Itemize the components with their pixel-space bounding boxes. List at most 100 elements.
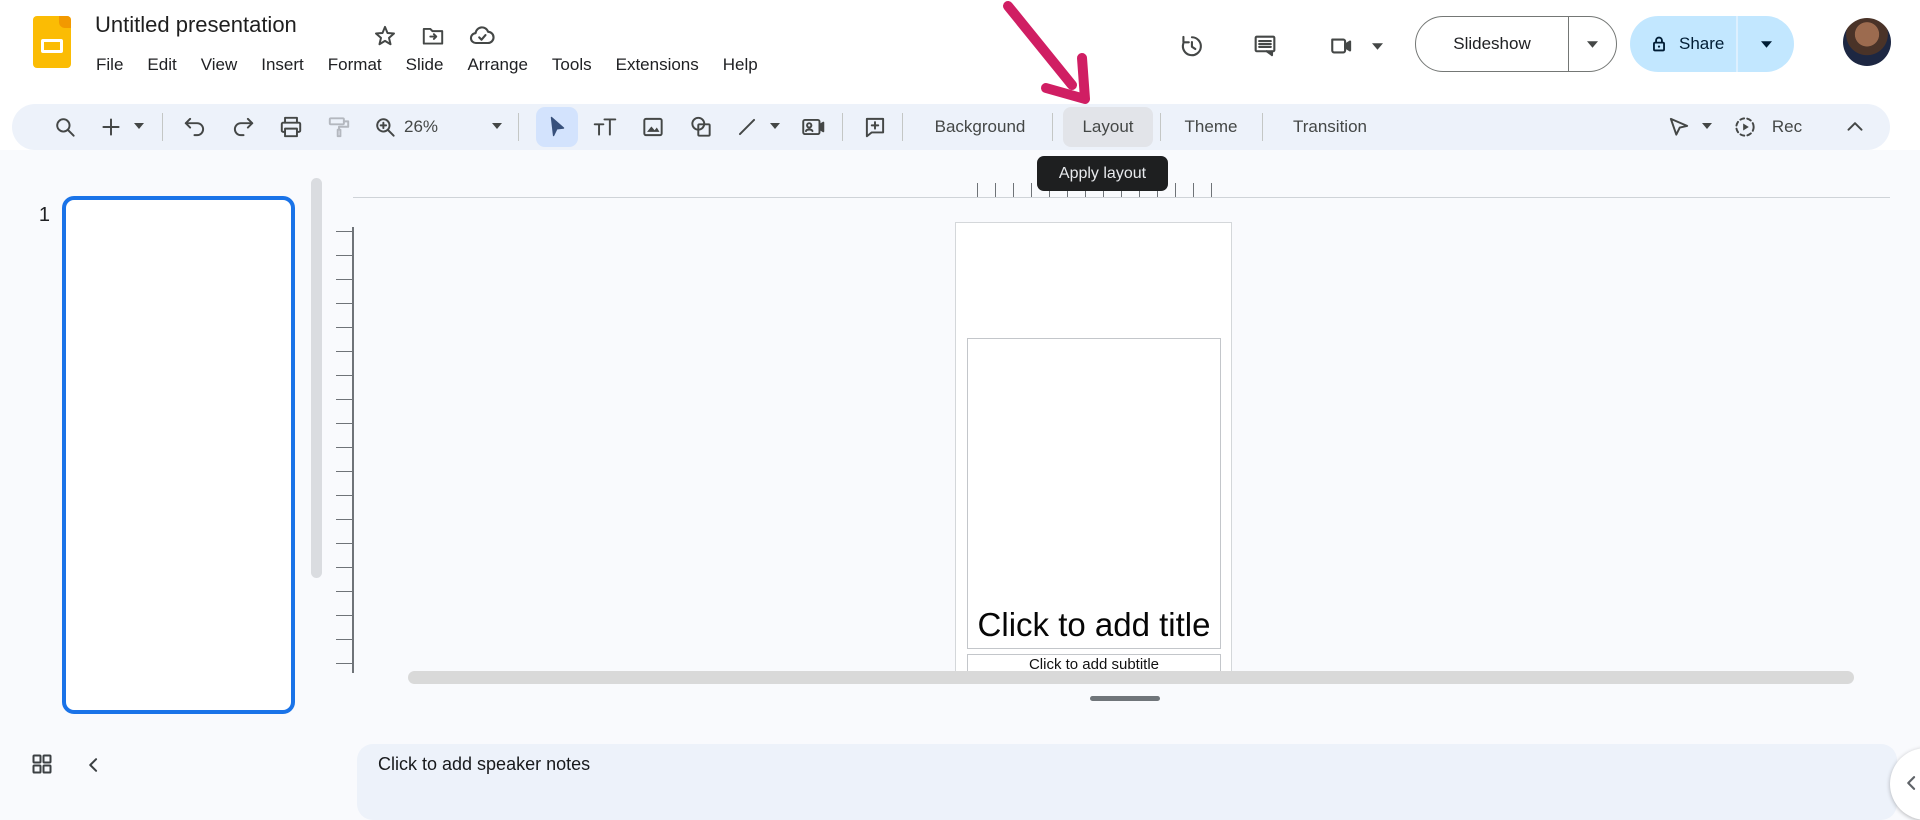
star-icon <box>375 25 395 46</box>
text-box-icon <box>593 118 617 136</box>
menu-slide[interactable]: Slide <box>394 52 456 78</box>
menu-file[interactable]: File <box>84 52 135 78</box>
toolbar-divider <box>162 113 163 141</box>
insert-video-button[interactable] <box>800 114 826 140</box>
theme-button[interactable]: Theme <box>1168 104 1254 150</box>
vertical-ruler <box>336 231 353 669</box>
logo-bar <box>41 39 63 53</box>
line-icon <box>738 118 756 136</box>
history-icon <box>1181 35 1202 57</box>
speaker-notes-placeholder: Click to add speaker notes <box>378 754 591 774</box>
undo-button[interactable] <box>182 114 208 140</box>
print-button[interactable] <box>278 114 304 140</box>
title-placeholder[interactable]: Click to add title <box>967 338 1221 649</box>
version-history-button[interactable] <box>1177 32 1203 58</box>
chevron-down-icon <box>1372 43 1383 50</box>
title-placeholder-text: Click to add title <box>977 606 1211 643</box>
menu-extensions[interactable]: Extensions <box>604 52 711 78</box>
menu-tools[interactable]: Tools <box>540 52 604 78</box>
notes-resize-handle[interactable] <box>1090 696 1160 701</box>
redo-button[interactable] <box>230 114 256 140</box>
menu-bar: File Edit View Insert Format Slide Arran… <box>84 52 770 78</box>
account-avatar[interactable] <box>1843 18 1891 66</box>
slideshow-dropdown[interactable] <box>1569 40 1616 48</box>
menu-arrange[interactable]: Arrange <box>455 52 539 78</box>
slide-thumbnail-selected[interactable] <box>62 196 295 714</box>
paint-format-button <box>326 114 352 140</box>
share-button[interactable]: Share <box>1679 34 1724 54</box>
meet-dropdown[interactable] <box>1372 43 1383 50</box>
chevron-down-icon <box>770 123 780 129</box>
comment-icon <box>1254 35 1276 57</box>
search-menus-button[interactable] <box>52 114 78 140</box>
record-icon <box>1735 117 1755 137</box>
document-title[interactable]: Untitled presentation <box>95 12 297 38</box>
record-button[interactable] <box>1732 114 1758 140</box>
tooltip-apply-layout: Apply layout <box>1037 156 1168 191</box>
menu-help[interactable]: Help <box>711 52 770 78</box>
laser-pointer-icon <box>1669 117 1689 136</box>
cursor-icon <box>550 116 565 137</box>
lock-icon <box>1653 36 1665 52</box>
line-dropdown[interactable] <box>770 123 780 129</box>
background-button[interactable]: Background <box>915 104 1045 150</box>
filmstrip-scrollbar[interactable] <box>311 178 322 578</box>
toolbar-divider <box>1262 113 1263 141</box>
move-button[interactable] <box>420 24 446 48</box>
insert-line-button[interactable] <box>734 114 760 140</box>
zoom-in-icon <box>376 118 395 137</box>
shape-icon <box>691 116 711 137</box>
text-box-button[interactable] <box>592 114 618 140</box>
menu-view[interactable]: View <box>189 52 250 78</box>
logo-fold <box>59 16 71 28</box>
star-button[interactable] <box>372 24 398 48</box>
zoom-level[interactable]: 26% <box>404 104 438 150</box>
record-label[interactable]: Rec <box>1764 104 1810 150</box>
collapse-filmstrip-button[interactable] <box>84 755 104 775</box>
undo-icon <box>184 117 205 137</box>
new-slide-dropdown[interactable] <box>134 123 144 129</box>
transition-button[interactable]: Transition <box>1272 104 1388 150</box>
open-comments-button[interactable] <box>1251 32 1277 58</box>
insert-image-button[interactable] <box>640 114 666 140</box>
meet-camera-button[interactable] <box>1327 32 1353 58</box>
speaker-notes-panel[interactable]: Click to add speaker notes <box>357 744 1897 820</box>
zoom-dropdown[interactable] <box>492 123 502 129</box>
chevron-left-icon <box>89 758 98 772</box>
plus-icon <box>102 118 120 136</box>
new-slide-button[interactable] <box>98 114 124 140</box>
chevron-down-icon <box>134 123 144 129</box>
camera-icon <box>1331 38 1352 54</box>
share-dropdown[interactable] <box>1738 40 1794 48</box>
chevron-down-icon <box>1702 123 1712 129</box>
grid-view-button[interactable] <box>30 752 54 776</box>
insert-shape-button[interactable] <box>688 114 714 140</box>
laser-pointer-button[interactable] <box>1666 114 1692 140</box>
print-icon <box>280 116 302 138</box>
select-tool-active[interactable] <box>536 107 578 147</box>
canvas-horizontal-scrollbar[interactable] <box>408 671 1854 684</box>
menu-insert[interactable]: Insert <box>249 52 316 78</box>
menu-edit[interactable]: Edit <box>135 52 188 78</box>
share-button-group[interactable]: Share <box>1630 16 1794 72</box>
slide-number: 1 <box>38 204 50 226</box>
slide-canvas[interactable]: Click to add title Click to add subtitle <box>955 222 1232 674</box>
layout-button[interactable]: Layout <box>1063 107 1153 147</box>
collapse-toolbar-button[interactable] <box>1842 114 1868 140</box>
add-comment-button[interactable] <box>862 114 888 140</box>
slideshow-button[interactable]: Slideshow <box>1416 34 1568 54</box>
toolbar-divider <box>902 113 903 141</box>
toolbar-divider <box>842 113 843 141</box>
doc-status-button[interactable] <box>468 24 496 48</box>
toolbar-divider <box>1052 113 1053 141</box>
pointer-dropdown[interactable] <box>1702 123 1712 129</box>
header: Untitled presentation File Edit View Ins… <box>0 0 1920 104</box>
zoom-button[interactable] <box>372 114 398 140</box>
slides-logo-icon[interactable] <box>33 16 71 68</box>
comment-add-icon <box>865 117 885 138</box>
video-icon <box>802 118 825 136</box>
menu-format[interactable]: Format <box>316 52 394 78</box>
search-icon <box>56 118 75 137</box>
chevron-left-icon <box>1907 776 1916 790</box>
cloud-saved-icon <box>469 26 495 45</box>
